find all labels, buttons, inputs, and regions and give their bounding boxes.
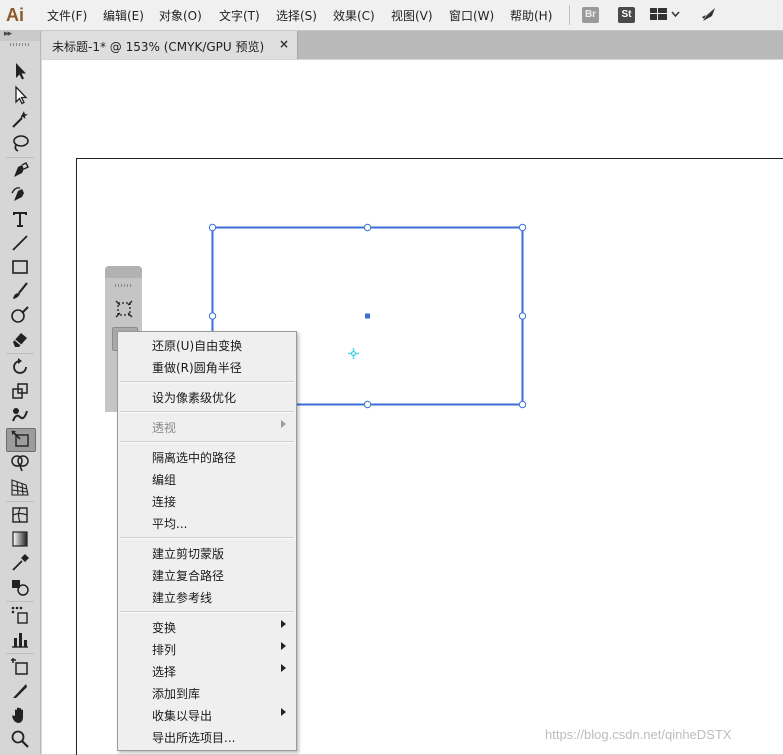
menu-item-perspective: 透视 — [118, 415, 296, 437]
watermark: https://blog.csdn.net/qinheDSTX — [545, 727, 732, 742]
submenu-arrow-icon — [281, 620, 286, 628]
constrain-button[interactable] — [112, 298, 136, 320]
menu-item-add-to-library[interactable]: 添加到库 — [118, 681, 296, 703]
handle-top-left — [208, 223, 217, 232]
menu-item-arrange[interactable]: 排列 — [118, 637, 296, 659]
handle-top-right — [518, 223, 527, 232]
handle-middle-left — [208, 312, 217, 320]
center-point-marker — [365, 313, 370, 319]
menu-separator — [120, 411, 294, 413]
handle-top-center — [363, 223, 372, 232]
menu-item-undo[interactable]: 还原(U)自由变换 — [118, 333, 296, 355]
reference-point-icon — [348, 348, 359, 359]
menu-item-select[interactable]: 选择 — [118, 659, 296, 681]
menu-item-make-guides[interactable]: 建立参考线 — [118, 585, 296, 607]
menu-item-clipping-mask[interactable]: 建立剪切蒙版 — [118, 541, 296, 563]
menu-item-join[interactable]: 连接 — [118, 489, 296, 511]
menu-item-group[interactable]: 编组 — [118, 467, 296, 489]
menu-item-average[interactable]: 平均... — [118, 511, 296, 533]
handle-bottom-center — [363, 400, 372, 409]
menu-separator — [120, 441, 294, 443]
menu-item-redo[interactable]: 重做(R)圆角半径 — [118, 355, 296, 377]
handle-bottom-right — [518, 400, 527, 409]
menu-item-transform[interactable]: 变换 — [118, 615, 296, 637]
handle-middle-right — [518, 312, 527, 320]
submenu-arrow-icon — [281, 664, 286, 672]
menu-item-export-selection[interactable]: 导出所选项目... — [118, 725, 296, 747]
menu-separator — [120, 537, 294, 539]
widget-grip[interactable] — [115, 284, 133, 287]
menu-item-pixel-optimize[interactable]: 设为像素级优化 — [118, 385, 296, 407]
widget-header[interactable] — [105, 266, 142, 278]
submenu-arrow-icon — [281, 420, 286, 428]
constrain-icon — [115, 300, 133, 318]
menu-item-compound-path[interactable]: 建立复合路径 — [118, 563, 296, 585]
menu-item-collect-for-export[interactable]: 收集以导出 — [118, 703, 296, 725]
context-menu: 还原(U)自由变换 重做(R)圆角半径 设为像素级优化 透视 隔离选中的路径 编… — [117, 331, 297, 751]
submenu-arrow-icon — [281, 708, 286, 716]
submenu-arrow-icon — [281, 642, 286, 650]
menu-item-isolate-path[interactable]: 隔离选中的路径 — [118, 445, 296, 467]
menu-separator — [120, 381, 294, 383]
menu-separator — [120, 611, 294, 613]
